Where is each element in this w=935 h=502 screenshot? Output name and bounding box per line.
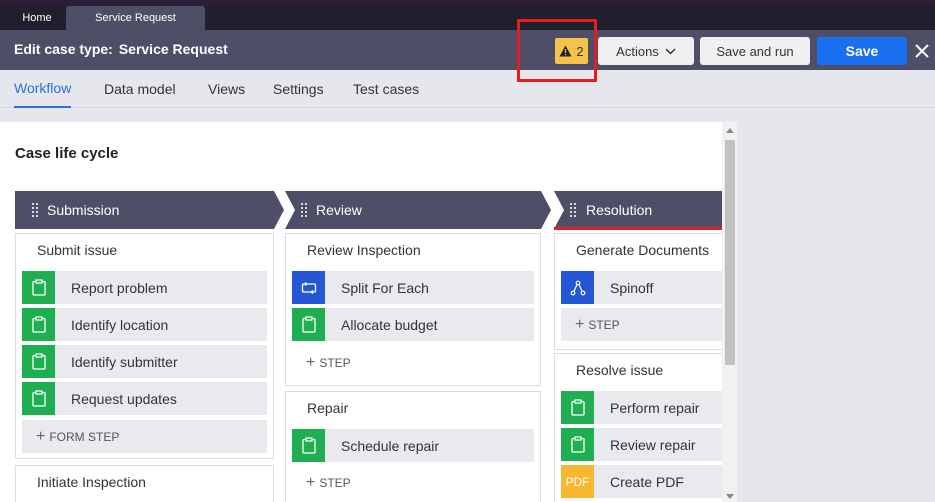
- add-step-label: STEP: [319, 475, 351, 490]
- plus-icon: +: [306, 473, 316, 491]
- step-spinoff[interactable]: Spinoff: [561, 271, 722, 304]
- add-step-label: FORM STEP: [49, 429, 120, 444]
- stage-label: Resolution: [586, 202, 653, 218]
- clipboard-icon: [292, 308, 325, 341]
- add-step-button[interactable]: + STEP: [292, 346, 534, 379]
- stage-label: Submission: [47, 202, 120, 218]
- process-title: Repair: [307, 400, 349, 416]
- scrollbar-thumb[interactable]: [725, 140, 735, 365]
- step-label: Create PDF: [610, 473, 684, 490]
- tab-settings[interactable]: Settings: [273, 70, 324, 108]
- process-review-inspection[interactable]: Review Inspection Split For Each Allocat…: [285, 233, 541, 386]
- step-label: Schedule repair: [341, 437, 440, 454]
- tab-service-request[interactable]: Service Request: [66, 6, 205, 30]
- step-review-repair[interactable]: Review repair: [561, 428, 722, 461]
- warning-icon: [559, 45, 572, 57]
- stage-selected-indicator: [554, 227, 722, 230]
- tab-workflow[interactable]: Workflow: [14, 70, 72, 108]
- step-label: Perform repair: [610, 399, 700, 416]
- page-title: Edit case type: Service Request: [14, 41, 228, 57]
- process-generate-documents[interactable]: Generate Documents Spinoff + STEP: [554, 233, 722, 350]
- close-icon[interactable]: [912, 41, 932, 61]
- stage-resolution[interactable]: Resolution: [554, 191, 722, 230]
- step-identify-location[interactable]: Identify location: [22, 308, 267, 341]
- scroll-down-arrow[interactable]: [726, 494, 734, 499]
- actions-button[interactable]: Actions: [598, 37, 694, 65]
- page-header: Edit case type: Service Request 2 Actions…: [0, 30, 935, 70]
- pdf-icon: PDF: [561, 465, 594, 498]
- step-schedule-repair[interactable]: Schedule repair: [292, 429, 534, 462]
- step-label: Report problem: [71, 279, 168, 296]
- step-identify-submitter[interactable]: Identify submitter: [22, 345, 267, 378]
- save-button[interactable]: Save: [817, 37, 907, 65]
- step-create-pdf[interactable]: PDF Create PDF: [561, 465, 722, 498]
- step-label: Request updates: [71, 390, 177, 407]
- case-type-tabs: Workflow Data model Views Settings Test …: [0, 70, 935, 108]
- process-repair[interactable]: Repair Schedule repair + STEP: [285, 391, 541, 502]
- process-title: Submit issue: [37, 242, 118, 258]
- drag-handle-icon[interactable]: [301, 203, 307, 217]
- step-label: Identify location: [71, 316, 169, 333]
- drag-handle-icon[interactable]: [32, 203, 38, 217]
- stage-review[interactable]: Review: [285, 191, 551, 229]
- step-perform-repair[interactable]: Perform repair: [561, 391, 722, 424]
- case-life-cycle-canvas: Case life cycle Submission Review Resolu…: [0, 122, 722, 502]
- clipboard-icon: [292, 429, 325, 462]
- page-title-value: Service Request: [118, 41, 228, 57]
- process-title: Initiate Inspection: [37, 474, 146, 490]
- stage-label: Review: [316, 202, 362, 218]
- add-step-label: STEP: [319, 355, 351, 370]
- add-step-button[interactable]: + STEP: [561, 308, 722, 341]
- document-tab-bar: Home Service Request: [0, 6, 935, 30]
- process-submit-issue[interactable]: Submit issue Report problem Identify loc…: [15, 233, 274, 459]
- step-label: Spinoff: [610, 279, 654, 296]
- drag-handle-icon[interactable]: [570, 203, 576, 217]
- tab-data-model[interactable]: Data model: [104, 70, 176, 108]
- actions-label: Actions: [616, 43, 659, 59]
- process-resolve-issue[interactable]: Resolve issue Perform repair Review repa…: [554, 353, 722, 502]
- clipboard-icon: [22, 382, 55, 415]
- chevron-down-icon: [665, 47, 676, 55]
- plus-icon: +: [36, 427, 46, 445]
- step-label: Allocate budget: [341, 316, 438, 333]
- save-and-run-button[interactable]: Save and run: [700, 37, 810, 65]
- process-title: Generate Documents: [576, 242, 710, 258]
- step-split-for-each[interactable]: Split For Each: [292, 271, 534, 304]
- step-report-problem[interactable]: Report problem: [22, 271, 267, 304]
- page-title-label: Edit case type:: [14, 41, 113, 57]
- plus-icon: +: [575, 315, 585, 333]
- step-allocate-budget[interactable]: Allocate budget: [292, 308, 534, 341]
- scroll-up-arrow[interactable]: [726, 128, 734, 133]
- clipboard-icon: [22, 308, 55, 341]
- lifecycle-title: Case life cycle: [15, 145, 119, 162]
- process-initiate-inspection[interactable]: Initiate Inspection: [15, 465, 274, 502]
- clipboard-icon: [561, 428, 594, 461]
- clipboard-icon: [22, 345, 55, 378]
- branch-icon: [561, 271, 594, 304]
- tab-home[interactable]: Home: [8, 6, 66, 30]
- process-title: Resolve issue: [576, 362, 664, 378]
- step-label: Identify submitter: [71, 353, 178, 370]
- warnings-button[interactable]: 2: [555, 38, 588, 64]
- clipboard-icon: [561, 391, 594, 424]
- tab-test-cases[interactable]: Test cases: [353, 70, 419, 108]
- process-title: Review Inspection: [307, 242, 421, 258]
- plus-icon: +: [306, 353, 316, 371]
- tab-views[interactable]: Views: [208, 70, 245, 108]
- clipboard-icon: [22, 271, 55, 304]
- add-step-button[interactable]: + STEP: [292, 466, 534, 499]
- step-label: Split For Each: [341, 279, 429, 296]
- step-label: Review repair: [610, 436, 696, 453]
- stage-submission[interactable]: Submission: [15, 191, 284, 229]
- step-request-updates[interactable]: Request updates: [22, 382, 267, 415]
- loop-icon: [292, 271, 325, 304]
- add-form-step-button[interactable]: + FORM STEP: [22, 420, 267, 453]
- warning-count: 2: [576, 43, 584, 59]
- add-step-label: STEP: [588, 317, 620, 332]
